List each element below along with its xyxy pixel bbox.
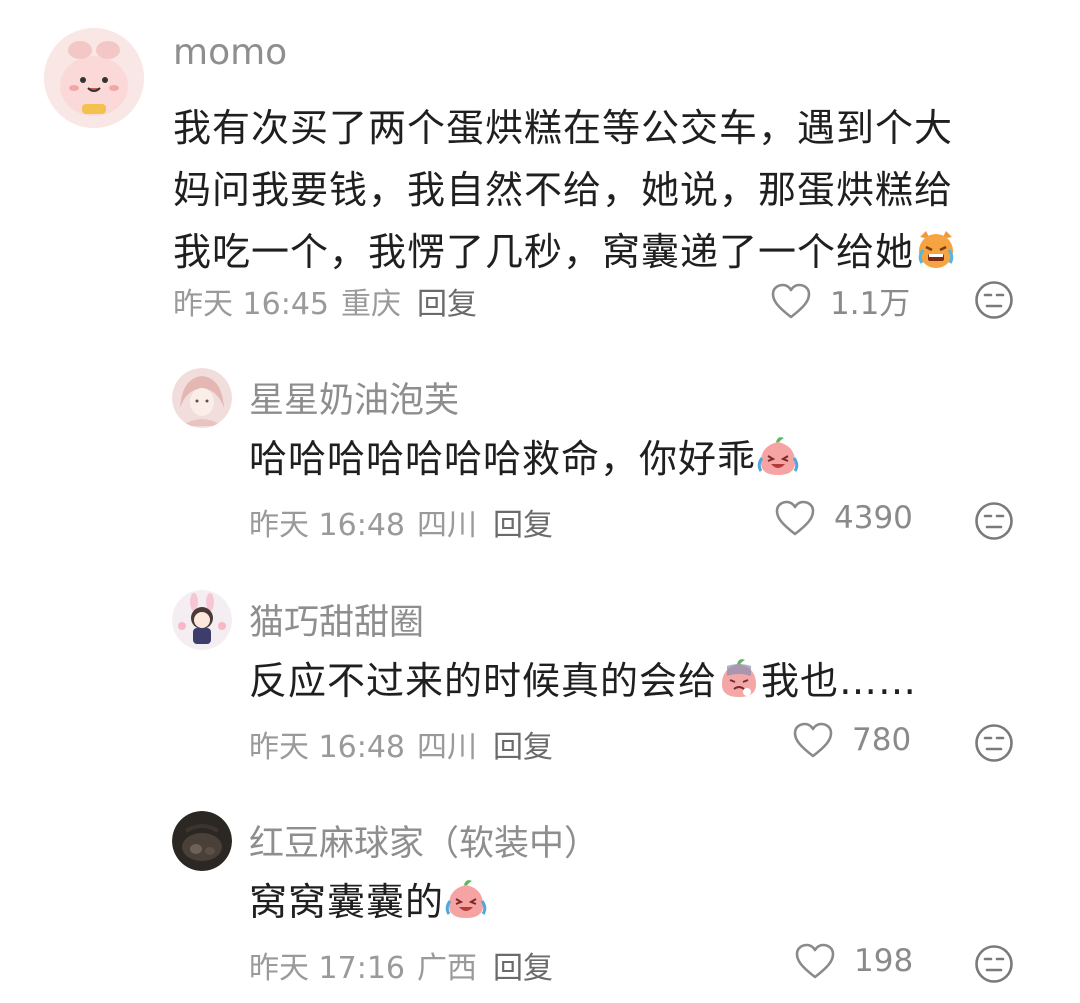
laughing-peach-emoji	[444, 877, 488, 921]
comment-time: 昨天 17:16	[249, 951, 405, 986]
like-count: 4390	[834, 500, 913, 536]
comment-text-line: 窝窝囊囊的	[249, 871, 1029, 933]
username[interactable]: 红豆麻球家（软装中）	[249, 815, 599, 866]
comment-location: 四川	[417, 730, 477, 765]
comment-text: 窝窝囊囊的	[249, 871, 1029, 933]
heart-outline-icon	[795, 943, 835, 979]
like-count: 780	[852, 722, 912, 758]
username[interactable]: momo	[173, 32, 287, 73]
comment-meta: 昨天 16:48 四川 回复	[249, 500, 553, 544]
reply-item: 猫巧甜甜圈 反应不过来的时候真的会给 我也…… 昨天 16:48 四川 回复 7…	[0, 582, 1080, 782]
like-count: 198	[854, 943, 914, 979]
comment-meta: 昨天 16:48 四川 回复	[249, 722, 553, 766]
comment-time: 昨天 16:48	[249, 730, 405, 765]
heart-outline-icon	[771, 283, 811, 318]
neutral-face-icon[interactable]	[974, 723, 1014, 763]
neutral-face-icon[interactable]	[974, 944, 1014, 984]
comment-location: 四川	[417, 508, 477, 543]
comment-location: 广西	[417, 951, 477, 986]
comment-text-line: 我有次买了两个蛋烘糕在等公交车，遇到个大	[173, 106, 954, 150]
comment-text-line: 妈问我要钱，我自然不给，她说，那蛋烘糕给	[173, 168, 954, 212]
comment-text-line-content: 窝窝囊囊的	[249, 880, 445, 924]
reply-button[interactable]: 回复	[493, 500, 553, 544]
like-button[interactable]: 198	[794, 942, 913, 980]
comment-text-line-content: 反应不过来的时候真的会给	[249, 659, 718, 703]
comment-text-line: 反应不过来的时候真的会给 我也……	[249, 650, 1029, 712]
comment-text-line: 哈哈哈哈哈哈哈救命，你好乖	[249, 428, 1029, 490]
neutral-face-icon[interactable]	[974, 501, 1014, 541]
crying-cat-emoji	[914, 227, 958, 271]
comment-item: momo 我有次买了两个蛋烘糕在等公交车，遇到个大 妈问我要钱，我自然不给，她说…	[0, 0, 1080, 340]
comment-text-line: 我吃一个，我愣了几秒，窝囊递了一个给她	[173, 221, 1033, 283]
comment-text: 哈哈哈哈哈哈哈救命，你好乖	[249, 428, 1029, 490]
avatar[interactable]	[172, 811, 232, 871]
comment-text: 我有次买了两个蛋烘糕在等公交车，遇到个大 妈问我要钱，我自然不给，她说，那蛋烘糕…	[173, 97, 1033, 283]
like-count: 1.1万	[830, 286, 911, 322]
comment-text: 反应不过来的时候真的会给 我也……	[249, 650, 1029, 712]
sad-peach-emoji	[717, 656, 761, 700]
like-button[interactable]: 4390	[774, 499, 913, 537]
comment-time: 昨天 16:48	[249, 508, 405, 543]
like-button[interactable]: 780	[792, 721, 911, 759]
heart-outline-icon	[775, 500, 815, 536]
reply-button[interactable]: 回复	[493, 722, 553, 766]
reply-button[interactable]: 回复	[417, 279, 477, 323]
comment-text-line-content: 哈哈哈哈哈哈哈救命，你好乖	[249, 437, 757, 481]
avatar[interactable]	[44, 28, 144, 128]
laughing-peach-emoji	[756, 434, 800, 478]
neutral-face-icon[interactable]	[974, 280, 1014, 320]
reply-button[interactable]: 回复	[493, 943, 553, 987]
comment-time: 昨天 16:45	[173, 287, 329, 322]
avatar[interactable]	[172, 368, 232, 428]
like-button[interactable]: 1.1万	[770, 278, 910, 323]
comment-meta: 昨天 17:16 广西 回复	[249, 943, 553, 987]
comment-text-suffix: 我也……	[761, 659, 918, 703]
reply-item: 星星奶油泡芙 哈哈哈哈哈哈哈救命，你好乖 昨天 16:48 四川 回复 4390	[0, 360, 1080, 560]
avatar[interactable]	[172, 590, 232, 650]
username[interactable]: 星星奶油泡芙	[249, 372, 459, 423]
heart-outline-icon	[793, 722, 833, 758]
comment-meta: 昨天 16:45 重庆 回复	[173, 279, 477, 323]
username[interactable]: 猫巧甜甜圈	[249, 594, 424, 645]
comment-text-line-content: 我吃一个，我愣了几秒，窝囊递了一个给她	[173, 230, 915, 274]
reply-item: 红豆麻球家（软装中） 窝窝囊囊的 昨天 17:16 广西 回复 198	[0, 803, 1080, 1003]
comment-location: 重庆	[341, 287, 401, 322]
